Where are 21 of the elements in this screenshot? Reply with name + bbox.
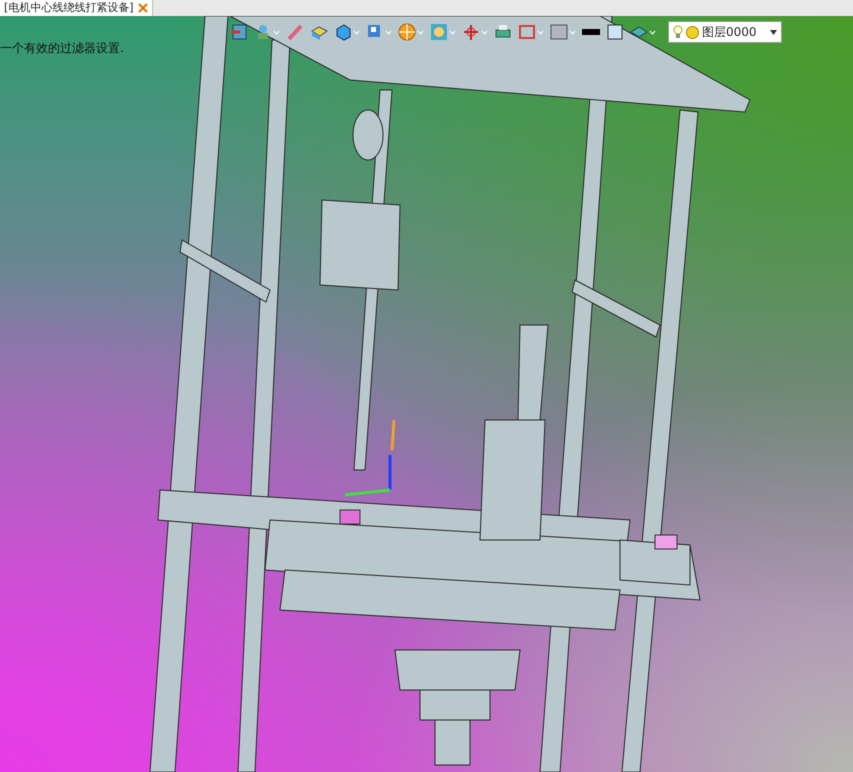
close-icon[interactable] [138,3,148,13]
axis-icon [462,23,480,41]
toolbar-button[interactable] [606,23,624,41]
toolbar-button[interactable] [398,23,424,41]
shade-icon [550,23,568,41]
frame-icon [518,23,536,41]
fill-color-icon [606,23,624,41]
exit-icon [230,23,248,41]
line-color-icon [582,29,600,35]
pen-icon [286,23,304,41]
sun-icon [686,26,699,38]
status-message: 一个有效的过滤器设置. [0,40,124,57]
toolbar-button[interactable] [334,23,360,41]
caret-icon[interactable] [770,30,777,34]
zoom-icon [430,23,448,41]
toolbar-button[interactable] [550,23,576,41]
bulb-icon [673,25,683,39]
layer-dropdown[interactable]: 图层0000 [668,21,782,43]
wheel-icon [398,23,416,41]
document-tab[interactable]: [电机中心线绕线打紧设备] [0,0,153,16]
cube-icon [334,23,352,41]
